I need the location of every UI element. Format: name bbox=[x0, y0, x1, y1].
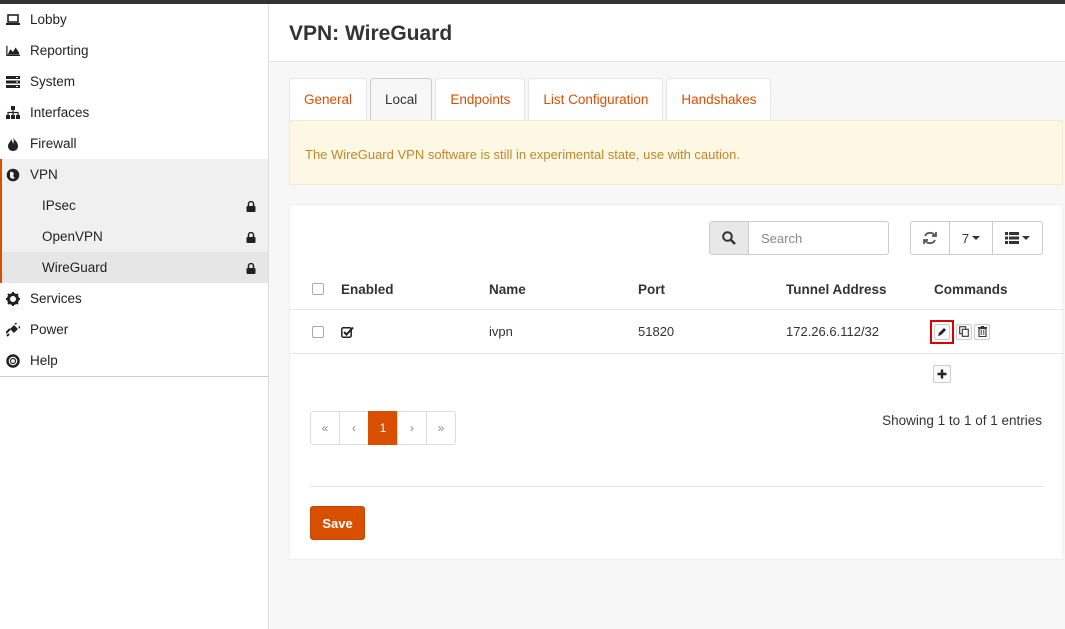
sidebar-item-label: Interfaces bbox=[30, 105, 90, 120]
tab-local[interactable]: Local bbox=[370, 78, 433, 120]
list-icon bbox=[1005, 232, 1019, 244]
tab-bar: General Local Endpoints List Configurati… bbox=[289, 78, 774, 120]
table-row: ivpn 51820 172.26.6.112/32 bbox=[290, 310, 1064, 354]
sidebar-item-lobby[interactable]: Lobby bbox=[0, 4, 268, 35]
cell-tunnel-address: 172.26.6.112/32 bbox=[786, 324, 880, 339]
copy-button[interactable] bbox=[956, 323, 972, 340]
trash-icon bbox=[977, 326, 987, 337]
area-chart-icon bbox=[6, 44, 20, 58]
header-tunnel-address[interactable]: Tunnel Address bbox=[786, 269, 887, 309]
tab-list-configuration[interactable]: List Configuration bbox=[528, 78, 664, 120]
page-size-dropdown[interactable]: 7 bbox=[949, 221, 993, 255]
refresh-icon bbox=[923, 231, 937, 245]
sidebar: Lobby Reporting System Interfaces Firewa… bbox=[0, 4, 269, 629]
sidebar-item-label: VPN bbox=[30, 167, 58, 182]
sidebar-item-ipsec[interactable]: IPsec bbox=[0, 190, 268, 221]
laptop-icon bbox=[6, 13, 20, 27]
sidebar-item-label: System bbox=[30, 74, 76, 89]
row-select-cell bbox=[312, 310, 324, 353]
sidebar-item-label: WireGuard bbox=[42, 260, 108, 275]
edit-button[interactable] bbox=[934, 323, 950, 340]
plus-icon bbox=[937, 369, 947, 379]
gear-icon bbox=[6, 291, 20, 306]
sidebar-item-help[interactable]: Help bbox=[0, 345, 268, 376]
edit-highlight bbox=[930, 319, 954, 344]
add-button[interactable] bbox=[933, 365, 951, 383]
server-icon bbox=[6, 75, 20, 89]
page-next[interactable]: › bbox=[397, 411, 427, 445]
sidebar-item-label: Lobby bbox=[30, 12, 67, 27]
select-all-checkbox[interactable] bbox=[312, 283, 324, 295]
lock-icon bbox=[246, 200, 256, 215]
header-port[interactable]: Port bbox=[638, 269, 665, 309]
refresh-button[interactable] bbox=[910, 221, 950, 255]
header-commands: Commands bbox=[934, 281, 1008, 297]
sidebar-item-label: IPsec bbox=[42, 198, 76, 213]
sidebar-item-openvpn[interactable]: OpenVPN bbox=[0, 221, 268, 252]
sidebar-item-interfaces[interactable]: Interfaces bbox=[0, 97, 268, 128]
pagination: « ‹ 1 › » bbox=[310, 411, 456, 445]
search-input[interactable] bbox=[749, 221, 889, 255]
sidebar-item-system[interactable]: System bbox=[0, 66, 268, 97]
grid-header-row: Enabled Name Port Tunnel Address Command… bbox=[290, 269, 1064, 310]
sidebar-item-label: Reporting bbox=[30, 43, 89, 58]
header-enabled[interactable]: Enabled bbox=[341, 269, 394, 309]
page-header: VPN: WireGuard bbox=[269, 4, 1065, 62]
select-all-cell bbox=[312, 269, 324, 309]
sidebar-item-power[interactable]: Power bbox=[0, 314, 268, 345]
columns-dropdown[interactable] bbox=[992, 221, 1043, 255]
enabled-toggle[interactable] bbox=[341, 310, 354, 353]
sidebar-menu: Lobby Reporting System Interfaces Firewa… bbox=[0, 4, 268, 377]
save-button[interactable]: Save bbox=[310, 506, 365, 540]
sidebar-item-label: Power bbox=[30, 322, 69, 337]
chevron-down-icon bbox=[1022, 236, 1030, 240]
page-size-value: 7 bbox=[961, 230, 970, 246]
sidebar-item-services[interactable]: Services bbox=[0, 283, 268, 314]
search-button[interactable] bbox=[709, 221, 749, 255]
sidebar-item-wireguard[interactable]: WireGuard bbox=[0, 252, 268, 283]
lock-icon bbox=[246, 231, 256, 246]
entries-info: Showing 1 to 1 of 1 entries bbox=[882, 413, 1042, 428]
page-last[interactable]: » bbox=[426, 411, 456, 445]
cell-port: 51820 bbox=[638, 324, 675, 339]
sitemap-icon bbox=[6, 106, 20, 120]
sidebar-item-reporting[interactable]: Reporting bbox=[0, 35, 268, 66]
chevron-down-icon bbox=[972, 236, 981, 240]
row-select-checkbox[interactable] bbox=[312, 325, 324, 338]
page-prev[interactable]: ‹ bbox=[339, 411, 369, 445]
search-icon bbox=[722, 231, 736, 245]
main-content: VPN: WireGuard General Local Endpoints L… bbox=[269, 4, 1065, 629]
search-box bbox=[709, 221, 889, 255]
experimental-warning: The WireGuard VPN software is still in e… bbox=[289, 120, 1063, 185]
row-commands bbox=[930, 310, 992, 353]
pencil-icon bbox=[938, 327, 946, 336]
local-grid: Enabled Name Port Tunnel Address Command… bbox=[290, 269, 1064, 354]
sidebar-item-label: Help bbox=[30, 353, 58, 368]
life-ring-icon bbox=[6, 353, 20, 368]
sidebar-item-firewall[interactable]: Firewall bbox=[0, 128, 268, 159]
sidebar-item-vpn[interactable]: VPN bbox=[0, 159, 268, 190]
cell-name: ivpn bbox=[489, 324, 513, 339]
sidebar-item-label: Firewall bbox=[30, 136, 77, 151]
sidebar-item-label: Services bbox=[30, 291, 82, 306]
checked-box-icon bbox=[341, 326, 354, 338]
fire-icon bbox=[6, 136, 20, 151]
sidebar-item-label: OpenVPN bbox=[42, 229, 103, 244]
plug-icon bbox=[6, 322, 20, 337]
lock-icon bbox=[246, 262, 256, 277]
tab-endpoints[interactable]: Endpoints bbox=[435, 78, 526, 120]
divider bbox=[310, 486, 1044, 487]
globe-icon bbox=[6, 168, 20, 182]
header-name[interactable]: Name bbox=[489, 269, 526, 309]
local-grid-panel: 7 Enabled Name Port Tunnel Address Comma… bbox=[289, 204, 1064, 560]
grid-actions: 7 bbox=[910, 221, 1043, 255]
tab-general[interactable]: General bbox=[289, 78, 368, 120]
page-current[interactable]: 1 bbox=[368, 411, 398, 445]
page-first[interactable]: « bbox=[310, 411, 340, 445]
delete-button[interactable] bbox=[974, 323, 990, 340]
page-title: VPN: WireGuard bbox=[289, 22, 453, 45]
copy-icon bbox=[959, 326, 969, 337]
tab-handshakes[interactable]: Handshakes bbox=[666, 78, 772, 120]
